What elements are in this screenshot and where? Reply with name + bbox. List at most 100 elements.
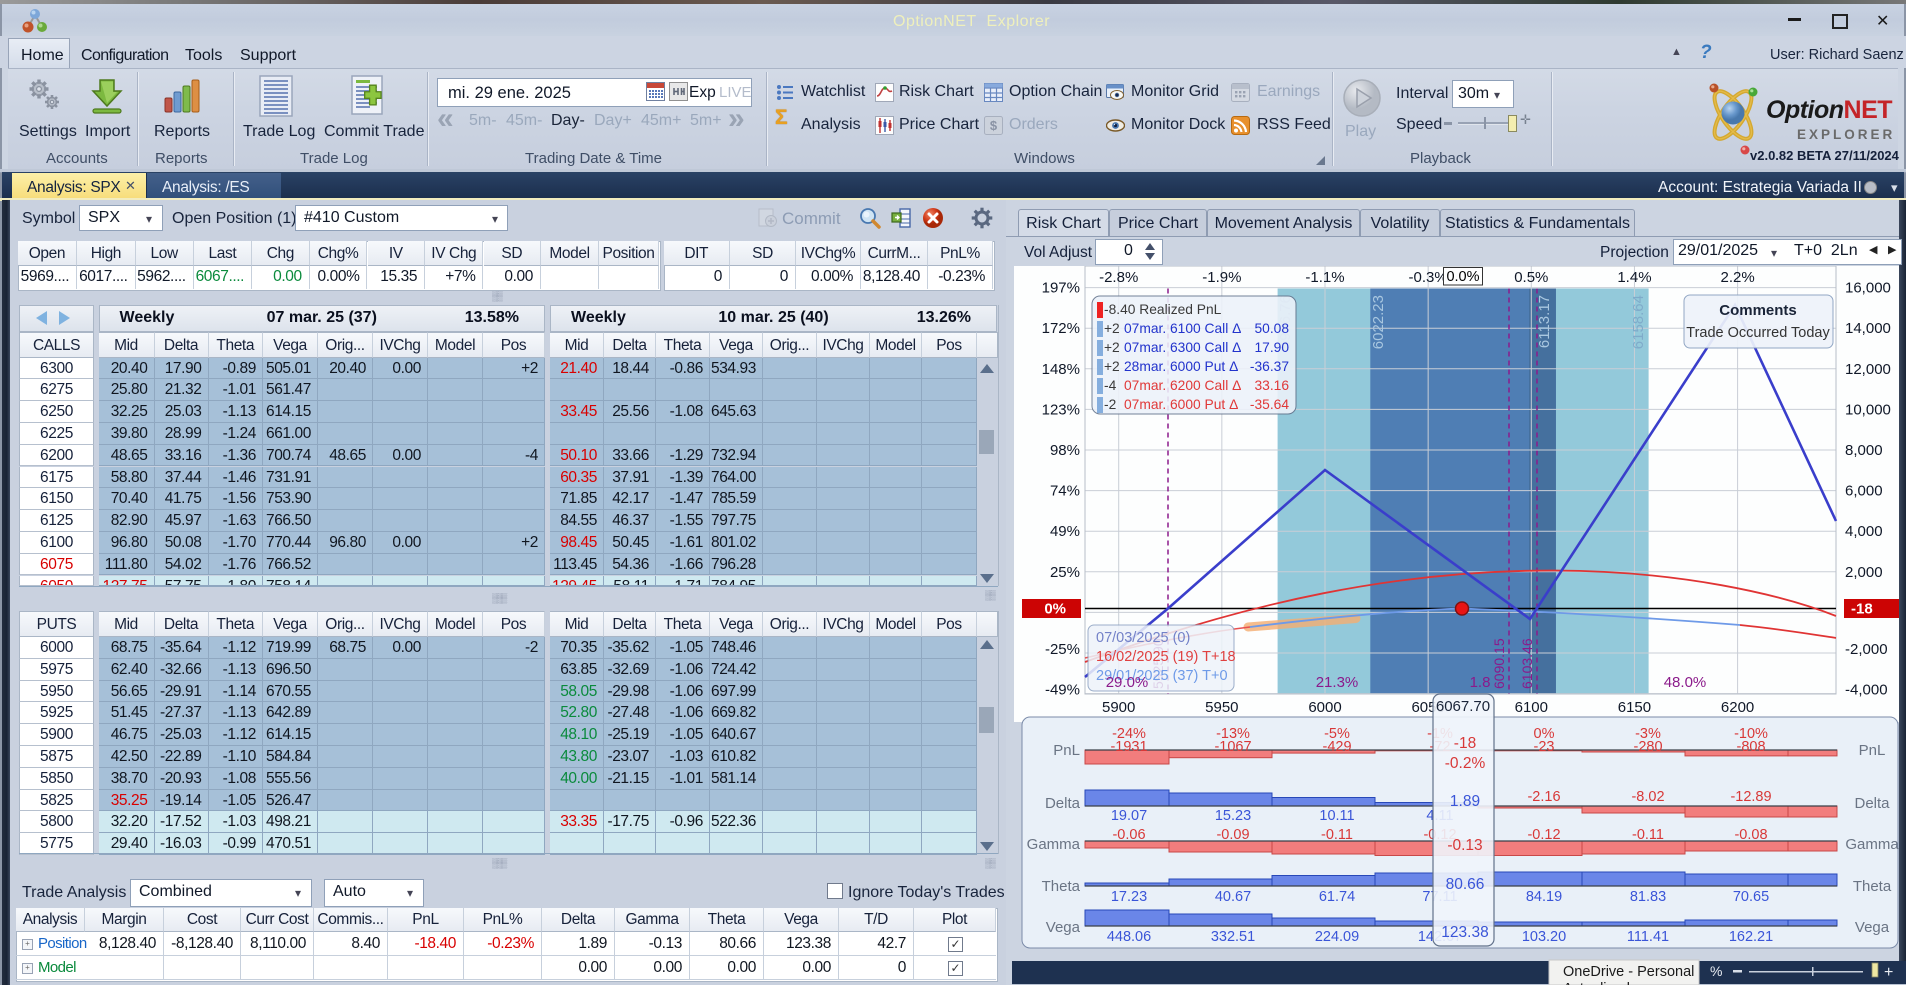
svg-text:15.23: 15.23 xyxy=(1215,808,1251,824)
svg-text:-1931: -1931 xyxy=(1110,739,1147,755)
svg-text:Vega: Vega xyxy=(1046,919,1081,936)
svg-text:-0.06: -0.06 xyxy=(1112,827,1145,843)
svg-text:6,000: 6,000 xyxy=(1845,483,1883,500)
svg-text:Gamma: Gamma xyxy=(1845,836,1899,853)
svg-text:-4: -4 xyxy=(1104,378,1117,393)
svg-text:-1067: -1067 xyxy=(1214,739,1251,755)
svg-text:6090.15: 6090.15 xyxy=(1491,638,1507,689)
svg-text:0%: 0% xyxy=(1044,601,1066,618)
svg-text:-1.9%: -1.9% xyxy=(1202,269,1241,286)
svg-text:07mar. 6200 Call Δ: 07mar. 6200 Call Δ xyxy=(1124,378,1241,393)
svg-text:12,000: 12,000 xyxy=(1845,361,1891,378)
svg-text:+: + xyxy=(1884,964,1893,981)
svg-text:6022.23: 6022.23 xyxy=(1370,295,1387,349)
svg-text:-2.16: -2.16 xyxy=(1527,789,1560,805)
svg-text:PnL: PnL xyxy=(1053,742,1080,759)
svg-text:0.0%: 0.0% xyxy=(1446,269,1479,285)
svg-text:-0.13: -0.13 xyxy=(1447,837,1482,854)
svg-text:6113.17: 6113.17 xyxy=(1536,295,1553,348)
svg-text:162.21: 162.21 xyxy=(1729,929,1773,945)
svg-text:103.20: 103.20 xyxy=(1522,929,1566,945)
svg-text:Actualizado: Actualizado xyxy=(1563,981,1638,985)
svg-text:148%: 148% xyxy=(1042,361,1080,378)
svg-text:111.41: 111.41 xyxy=(1627,929,1669,945)
svg-text:28mar. 6000 Put Δ: 28mar. 6000 Put Δ xyxy=(1124,359,1238,374)
svg-text:0.5%: 0.5% xyxy=(1514,269,1548,286)
svg-text:16/02/2025 (19) T+18: 16/02/2025 (19) T+18 xyxy=(1096,649,1236,665)
svg-text:25%: 25% xyxy=(1050,564,1080,581)
svg-text:16,000: 16,000 xyxy=(1845,280,1891,297)
svg-text:-2: -2 xyxy=(1104,397,1116,412)
svg-text:-2,000: -2,000 xyxy=(1845,641,1888,658)
svg-text:-0.2%: -0.2% xyxy=(1445,755,1486,772)
svg-text:-429: -429 xyxy=(1322,739,1351,755)
svg-text:10.11: 10.11 xyxy=(1319,808,1354,824)
svg-text:%: % xyxy=(1710,963,1722,979)
svg-text:-8.40 Realized PnL: -8.40 Realized PnL xyxy=(1104,302,1222,317)
svg-text:5900: 5900 xyxy=(1102,699,1135,716)
svg-text:-8.02: -8.02 xyxy=(1631,789,1664,805)
svg-text:40.67: 40.67 xyxy=(1215,889,1251,905)
svg-text:+2: +2 xyxy=(1104,321,1120,336)
svg-text:197%: 197% xyxy=(1042,280,1080,297)
svg-text:123.38: 123.38 xyxy=(1441,924,1488,941)
svg-text:Delta: Delta xyxy=(1045,795,1081,812)
svg-text:-12.89: -12.89 xyxy=(1730,789,1771,805)
svg-text:6103.46: 6103.46 xyxy=(1519,638,1535,689)
svg-text:6067.70: 6067.70 xyxy=(1436,698,1490,715)
svg-text:6150: 6150 xyxy=(1618,699,1651,716)
svg-text:Theta: Theta xyxy=(1042,878,1081,895)
svg-text:6100: 6100 xyxy=(1515,699,1548,716)
svg-text:2,000: 2,000 xyxy=(1845,564,1883,581)
svg-text:-0.12: -0.12 xyxy=(1527,827,1560,843)
svg-text:+2: +2 xyxy=(1104,340,1120,355)
svg-text:Delta: Delta xyxy=(1854,795,1890,812)
svg-text:49%: 49% xyxy=(1050,523,1080,540)
svg-text:-18: -18 xyxy=(1454,735,1476,752)
svg-text:-0.11: -0.11 xyxy=(1321,827,1353,843)
svg-text:224.09: 224.09 xyxy=(1315,929,1359,945)
svg-text:-36.37: -36.37 xyxy=(1250,359,1289,374)
svg-text:19.07: 19.07 xyxy=(1111,808,1147,824)
svg-text:172%: 172% xyxy=(1042,320,1080,337)
svg-text:+2: +2 xyxy=(1104,359,1120,374)
svg-text:74%: 74% xyxy=(1050,483,1080,500)
svg-text:4,000: 4,000 xyxy=(1845,523,1883,540)
svg-text:17.23: 17.23 xyxy=(1111,889,1147,905)
svg-text:332.51: 332.51 xyxy=(1211,929,1255,945)
svg-text:70.65: 70.65 xyxy=(1733,889,1769,905)
svg-text:Gamma: Gamma xyxy=(1027,836,1081,853)
svg-text:-280: -280 xyxy=(1633,739,1662,755)
svg-text:07mar. 6300 Call Δ: 07mar. 6300 Call Δ xyxy=(1124,340,1241,355)
svg-text:123%: 123% xyxy=(1042,401,1080,418)
svg-text:-1.1%: -1.1% xyxy=(1305,269,1344,286)
svg-text:10,000: 10,000 xyxy=(1845,401,1891,418)
svg-text:-4,000: -4,000 xyxy=(1845,682,1888,699)
svg-text:-2.8%: -2.8% xyxy=(1099,269,1138,286)
svg-text:OneDrive - Personal: OneDrive - Personal xyxy=(1563,964,1694,980)
svg-text:50.08: 50.08 xyxy=(1254,321,1289,336)
svg-text:98%: 98% xyxy=(1050,442,1080,459)
svg-text:-808: -808 xyxy=(1736,739,1765,755)
svg-text:5950: 5950 xyxy=(1205,699,1238,716)
svg-text:81.83: 81.83 xyxy=(1630,889,1666,905)
svg-text:21.3%: 21.3% xyxy=(1316,674,1359,691)
svg-text:1.4%: 1.4% xyxy=(1617,269,1651,286)
svg-text:33.16: 33.16 xyxy=(1254,378,1289,393)
svg-text:-0.09: -0.09 xyxy=(1216,827,1249,843)
svg-text:80.66: 80.66 xyxy=(1446,876,1485,893)
svg-text:-18: -18 xyxy=(1851,601,1873,618)
svg-text:Trade Occurred Today: Trade Occurred Today xyxy=(1686,325,1830,341)
svg-text:07/03/2025 (0): 07/03/2025 (0) xyxy=(1096,630,1190,646)
svg-text:6200: 6200 xyxy=(1721,699,1754,716)
svg-text:-0.11: -0.11 xyxy=(1632,827,1664,843)
svg-text:1.8: 1.8 xyxy=(1470,674,1491,691)
svg-text:48.0%: 48.0% xyxy=(1664,674,1707,691)
svg-text:29.0%: 29.0% xyxy=(1106,674,1149,691)
svg-text:Theta: Theta xyxy=(1853,878,1892,895)
svg-text:61.74: 61.74 xyxy=(1319,889,1355,905)
svg-text:-23: -23 xyxy=(1534,739,1555,755)
svg-text:2.2%: 2.2% xyxy=(1720,269,1754,286)
svg-text:PnL: PnL xyxy=(1859,742,1886,759)
svg-text:14,000: 14,000 xyxy=(1845,320,1891,337)
